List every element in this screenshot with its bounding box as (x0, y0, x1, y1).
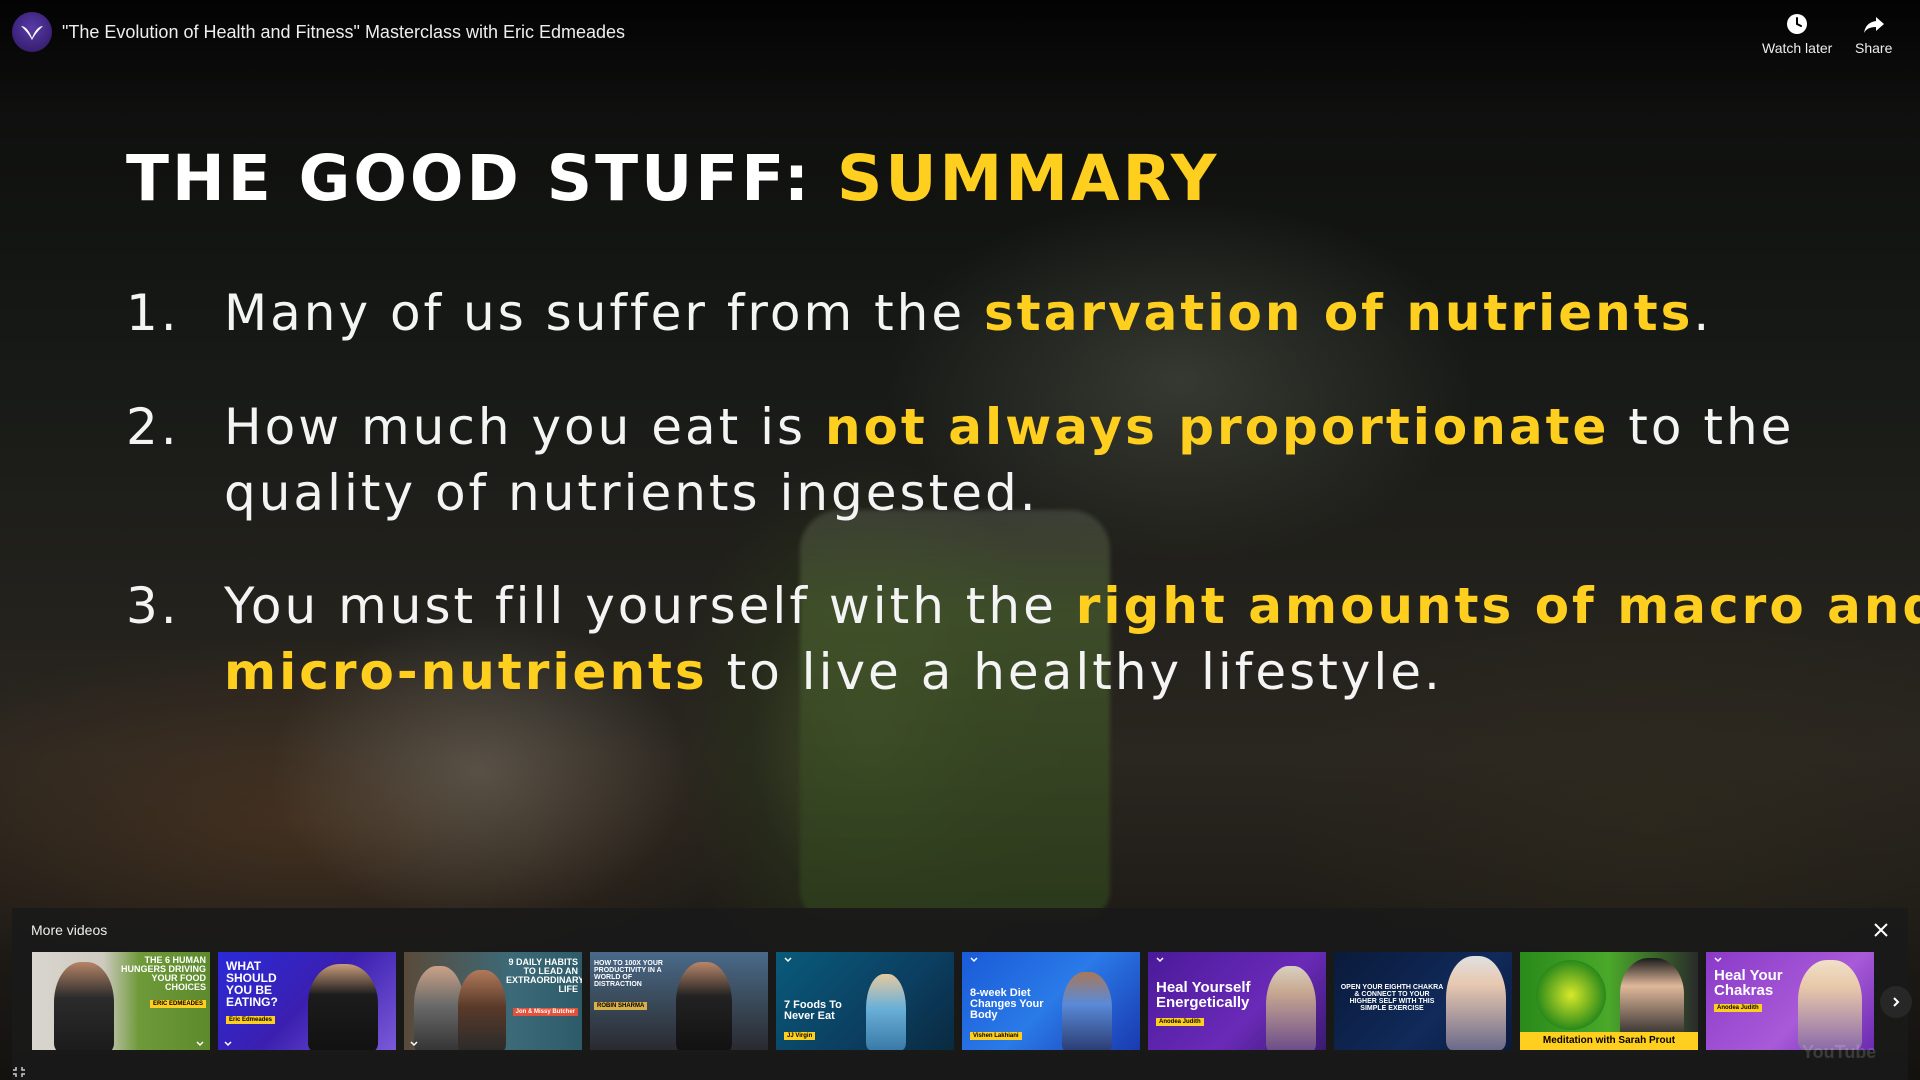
point-text-plain: . (1693, 284, 1713, 342)
thumbnail-title: 9 DAILY HABITS TO LEAD AN EXTRAORDINARY … (506, 957, 582, 994)
point-text: You must fill yourself with the right am… (224, 573, 1920, 705)
point-text-highlight: starvation of nutrients (984, 284, 1694, 342)
video-thumbnail[interactable]: 7 Foods To Never Eat JJ Virgin (776, 952, 954, 1050)
thumbnail-tag: ERIC EDMEADES (149, 1000, 206, 1008)
thumbnail-title: THE 6 HUMAN HUNGERS DRIVING YOUR FOOD CH… (120, 955, 206, 992)
sacred-geometry-image (1536, 960, 1606, 1030)
close-icon (1874, 923, 1888, 937)
thumbnail-tag: Anodea Judith (1156, 1018, 1204, 1026)
point-text-plain: Many of us suffer from the (224, 284, 985, 342)
video-top-bar: "The Evolution of Health and Fitness" Ma… (0, 0, 1920, 70)
thumbnail-title: WHAT SHOULD YOU BE EATING? (226, 959, 278, 1009)
video-thumbnail[interactable]: OPEN YOUR EIGHTH CHAKRA & CONNECT TO YOU… (1334, 952, 1512, 1050)
thumbnail-person-image (308, 964, 378, 1050)
point-number: 1. (126, 284, 180, 342)
thumbnail-title: Heal Yourself Energetically (1156, 979, 1251, 1011)
chevron-down-icon (1156, 957, 1164, 963)
next-videos-button[interactable] (1880, 986, 1912, 1018)
watch-later-button[interactable]: Watch later (1762, 12, 1832, 56)
watch-later-label: Watch later (1762, 40, 1833, 56)
share-label: Share (1855, 40, 1893, 56)
youtube-watermark[interactable]: YouTube (1802, 1042, 1876, 1063)
thumbnail-title: Meditation with Sarah Prout (1520, 1032, 1698, 1050)
chevron-down-icon (970, 957, 978, 963)
thumbnail-person-image (866, 974, 906, 1050)
video-thumbnail[interactable]: HOW TO 100X YOUR PRODUCTIVITY IN A WORLD… (590, 952, 768, 1050)
thumbnail-person-image (676, 962, 732, 1050)
chevron-down-icon (224, 1041, 232, 1047)
thumbnail-person-image (1446, 956, 1506, 1050)
thumbnail-title: HOW TO 100X YOUR PRODUCTIVITY IN A WORLD… (594, 960, 663, 988)
thumbnail-person-image (1062, 972, 1112, 1050)
chevron-down-icon (410, 1041, 418, 1047)
heading-prefix: THE GOOD STUFF: (126, 142, 837, 215)
video-thumbnail[interactable]: Heal Yourself Energetically Anodea Judit… (1148, 952, 1326, 1050)
chevron-down-icon (1714, 957, 1722, 963)
channel-avatar[interactable] (12, 12, 52, 52)
thumbnail-person-image (414, 966, 464, 1050)
point-number: 2. (126, 398, 180, 456)
thumbnail-tag: ROBIN SHARMA (594, 1002, 648, 1010)
thumbnail-title: Heal Your Chakras (1714, 967, 1783, 999)
video-thumbnail[interactable]: THE 6 HUMAN HUNGERS DRIVING YOUR FOOD CH… (32, 952, 210, 1050)
point-text-plain: How much you eat is (224, 398, 825, 456)
background-jar-image (800, 510, 1110, 920)
thumbnail-title: OPEN YOUR EIGHTH CHAKRA & CONNECT TO YOU… (1340, 984, 1444, 1012)
thumbnail-person-image (54, 962, 114, 1050)
more-videos-panel: More videos THE 6 HUMAN HUNGERS DRIVING … (12, 908, 1912, 1080)
video-thumbnail[interactable]: 8-week Diet Changes Your Body Vishen Lak… (962, 952, 1140, 1050)
share-arrow-icon (1863, 17, 1884, 33)
thumbnail-tag: Jon & Missy Butcher (512, 1008, 578, 1016)
thumbnail-person-image (458, 970, 506, 1050)
thumbnail-person-image (1798, 960, 1862, 1050)
thumbnail-tag: JJ Virgin (784, 1032, 816, 1040)
point-text: Many of us suffer from the starvation of… (224, 280, 1920, 346)
thumbnail-tag: Eric Edmeades (226, 1016, 276, 1024)
video-thumbnail[interactable]: WHAT SHOULD YOU BE EATING? Eric Edmeades (218, 952, 396, 1050)
close-more-videos-button[interactable] (1870, 919, 1892, 941)
clock-icon (1787, 14, 1808, 34)
thumbnail-tag: Vishen Lakhiani (970, 1032, 1022, 1040)
share-button[interactable]: Share (1855, 12, 1892, 56)
mindvalley-logo-icon (21, 26, 43, 40)
video-thumbnail[interactable]: Meditation with Sarah Prout (1520, 952, 1698, 1050)
heading-highlight: SUMMARY (836, 142, 1220, 215)
point-text: How much you eat is not always proportio… (224, 394, 1920, 526)
chevron-down-icon (784, 957, 792, 963)
thumbnail-person-image (1620, 958, 1684, 1038)
point-text-highlight: not always proportionate (824, 398, 1610, 456)
point-number: 3. (126, 577, 180, 635)
point-text-plain: to live a healthy lifestyle. (707, 643, 1443, 701)
slide-heading: THE GOOD STUFF: SUMMARY (126, 142, 1219, 215)
video-title[interactable]: "The Evolution of Health and Fitness" Ma… (62, 22, 625, 43)
thumbnail-tag: Anodea Judith (1714, 1004, 1762, 1012)
exit-fullscreen-icon[interactable] (12, 1066, 26, 1078)
chevron-right-icon (1893, 997, 1900, 1007)
thumbnail-title: 7 Foods To Never Eat (784, 999, 842, 1022)
thumbnail-person-image (1266, 966, 1316, 1050)
more-videos-title: More videos (31, 922, 108, 938)
video-thumbnail[interactable]: 9 DAILY HABITS TO LEAD AN EXTRAORDINARY … (404, 952, 582, 1050)
point-text-plain: You must fill yourself with the (224, 577, 1076, 635)
thumbnail-title: 8-week Diet Changes Your Body (970, 987, 1044, 1021)
chevron-down-icon (196, 1041, 204, 1047)
video-thumbnail[interactable]: Heal Your Chakras Anodea Judith (1706, 952, 1874, 1050)
